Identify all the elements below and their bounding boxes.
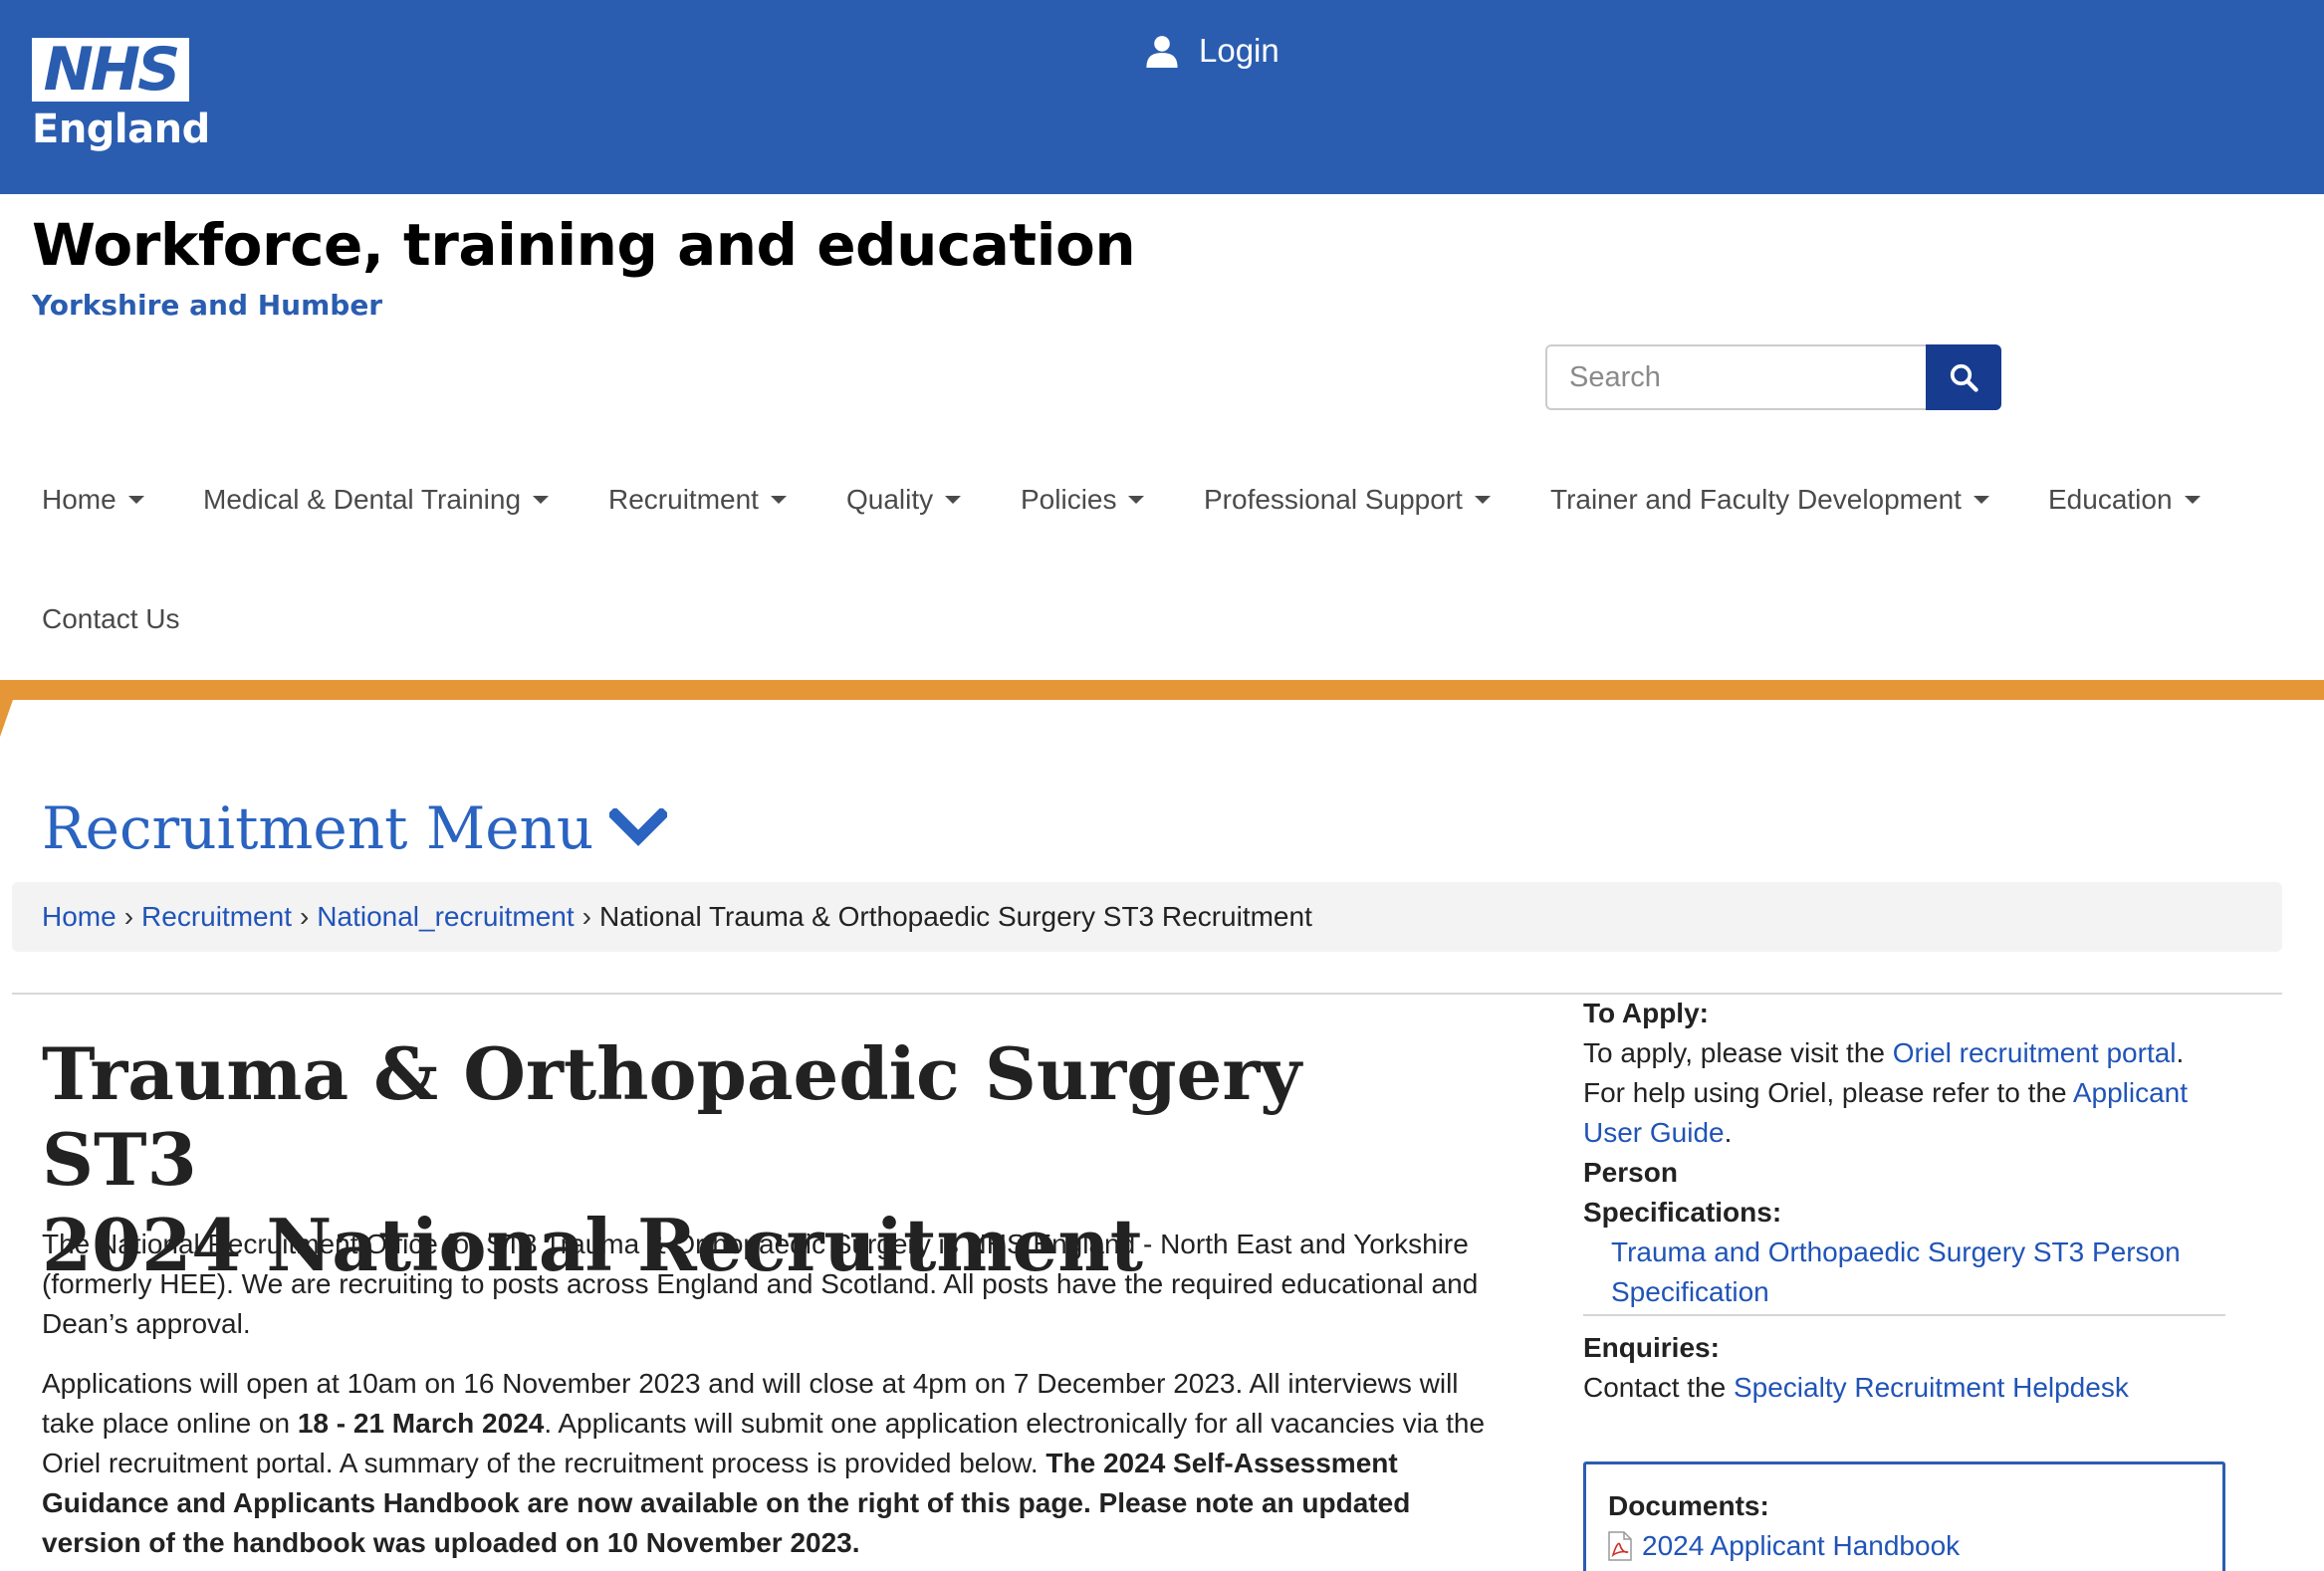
search-input[interactable]: [1545, 344, 1926, 410]
breadcrumb-current: National Trauma & Orthopaedic Surgery ST…: [598, 901, 1312, 932]
nav-item-label: Medical & Dental Training: [203, 484, 522, 515]
page-title-line-1: Trauma & Orthopaedic Surgery ST3: [42, 1031, 1302, 1202]
enquiries-text: Contact the Specialty Recruitment Helpde…: [1583, 1368, 2225, 1408]
breadcrumb-link-recruitment[interactable]: Recruitment: [141, 901, 292, 933]
caret-down-icon: [127, 496, 144, 504]
nav-item-label: Contact Us: [42, 603, 180, 634]
login-button[interactable]: Login: [1145, 26, 1279, 76]
nav-item-label: Policies: [1021, 484, 1117, 515]
nav-item-label: Recruitment: [608, 484, 759, 515]
applications-paragraph: Applications will open at 10am on 16 Nov…: [42, 1364, 1515, 1563]
breadcrumb-separator: ›: [581, 901, 591, 932]
document-label: 2024 Applicant Handbook: [1642, 1530, 1961, 1561]
breadcrumb: Home › Recruitment › National_recruitmen…: [12, 882, 2282, 952]
breadcrumb-separator: ›: [299, 901, 310, 932]
nav-item-label: Education: [2048, 484, 2173, 515]
caret-down-icon: [1128, 496, 1145, 504]
person-spec-heading: Person Specifications:: [1583, 1153, 2225, 1233]
pdf-file-icon: [1608, 1531, 1632, 1561]
to-apply-text: To apply, please visit the Oriel recruit…: [1583, 1033, 2225, 1073]
enquiries-text-start: Contact the: [1583, 1372, 1734, 1403]
caret-down-icon: [2184, 496, 2201, 504]
apply-text-end: .: [2176, 1037, 2185, 1068]
breadcrumb-link-national-recruitment[interactable]: National_recruitment: [317, 901, 574, 933]
enquiries-heading: Enquiries:: [1583, 1332, 1720, 1363]
help-text: For help using Oriel, please refer to th…: [1583, 1073, 2225, 1153]
breadcrumb-link-home[interactable]: Home: [42, 901, 116, 933]
chevron-down-icon: [609, 808, 668, 846]
documents-box: Documents: 2024 Applicant Handbook: [1583, 1461, 2225, 1571]
caret-down-icon: [533, 496, 550, 504]
person-spec-heading-line-1: Person: [1583, 1157, 1678, 1188]
recruitment-menu-label: Recruitment Menu: [42, 794, 594, 862]
nav-item-label: Home: [42, 484, 116, 515]
user-icon: [1146, 36, 1178, 68]
site-subtitle: Yorkshire and Humber: [32, 289, 383, 322]
nav-item-home[interactable]: Home: [42, 484, 144, 516]
search-button[interactable]: [1926, 344, 2001, 410]
interview-dates: 18 - 21 March 2024: [297, 1408, 545, 1439]
help-text-start: For help using Oriel, please refer to th…: [1583, 1077, 2073, 1108]
caret-down-icon: [945, 496, 962, 504]
nav-item-professional-support[interactable]: Professional Support: [1204, 484, 1491, 516]
nav-item-contact-us[interactable]: Contact Us: [42, 603, 180, 635]
nav-item-label: Trainer and Faculty Development: [1550, 484, 1962, 515]
sidebar: To Apply: To apply, please visit the Ori…: [1583, 994, 2225, 1408]
caret-down-icon: [1474, 496, 1491, 504]
site-header: NHS England Login: [0, 0, 2324, 194]
to-apply-heading: To Apply:: [1583, 998, 1709, 1028]
nav-item-label: Quality: [846, 484, 934, 515]
nav-item-recruitment[interactable]: Recruitment: [608, 484, 787, 516]
nav-item-education[interactable]: Education: [2048, 484, 2201, 516]
site-title: Workforce, training and education: [32, 211, 1136, 279]
nav-item-medical-dental-training[interactable]: Medical & Dental Training: [203, 484, 550, 516]
document-link-applicant-handbook[interactable]: 2024 Applicant Handbook: [1608, 1526, 2222, 1566]
logo-region-text: England: [32, 107, 210, 152]
accent-divider: [0, 680, 2324, 700]
person-spec-link[interactable]: Trauma and Orthopaedic Surgery ST3 Perso…: [1583, 1233, 2225, 1312]
nhs-england-logo[interactable]: NHS England: [32, 38, 210, 153]
person-spec-heading-line-2: Specifications:: [1583, 1197, 1782, 1228]
login-label: Login: [1199, 32, 1279, 69]
nhs-logo-mark: NHS: [32, 38, 189, 102]
content-top-curve: [8, 700, 2324, 760]
apply-text: To apply, please visit the: [1583, 1037, 1893, 1068]
caret-down-icon: [1973, 496, 1989, 504]
caret-down-icon: [770, 496, 787, 504]
intro-paragraph: The National Recruitment Office for ST3 …: [42, 1229, 1479, 1339]
oriel-portal-link[interactable]: Oriel recruitment portal: [1893, 1037, 2177, 1068]
breadcrumb-separator: ›: [123, 901, 134, 932]
search-form: [1545, 344, 2001, 410]
recruitment-menu-toggle[interactable]: Recruitment Menu: [42, 794, 668, 862]
sidebar-divider: [1583, 1314, 2225, 1316]
nav-item-quality[interactable]: Quality: [846, 484, 962, 516]
documents-heading: Documents:: [1608, 1490, 1769, 1521]
nav-item-label: Professional Support: [1204, 484, 1463, 515]
search-icon: [1950, 363, 1978, 392]
nav-item-policies[interactable]: Policies: [1021, 484, 1145, 516]
help-text-end: .: [1724, 1117, 1733, 1148]
helpdesk-link[interactable]: Specialty Recruitment Helpdesk: [1734, 1372, 2129, 1403]
nav-item-trainer-faculty-development[interactable]: Trainer and Faculty Development: [1550, 484, 1989, 516]
